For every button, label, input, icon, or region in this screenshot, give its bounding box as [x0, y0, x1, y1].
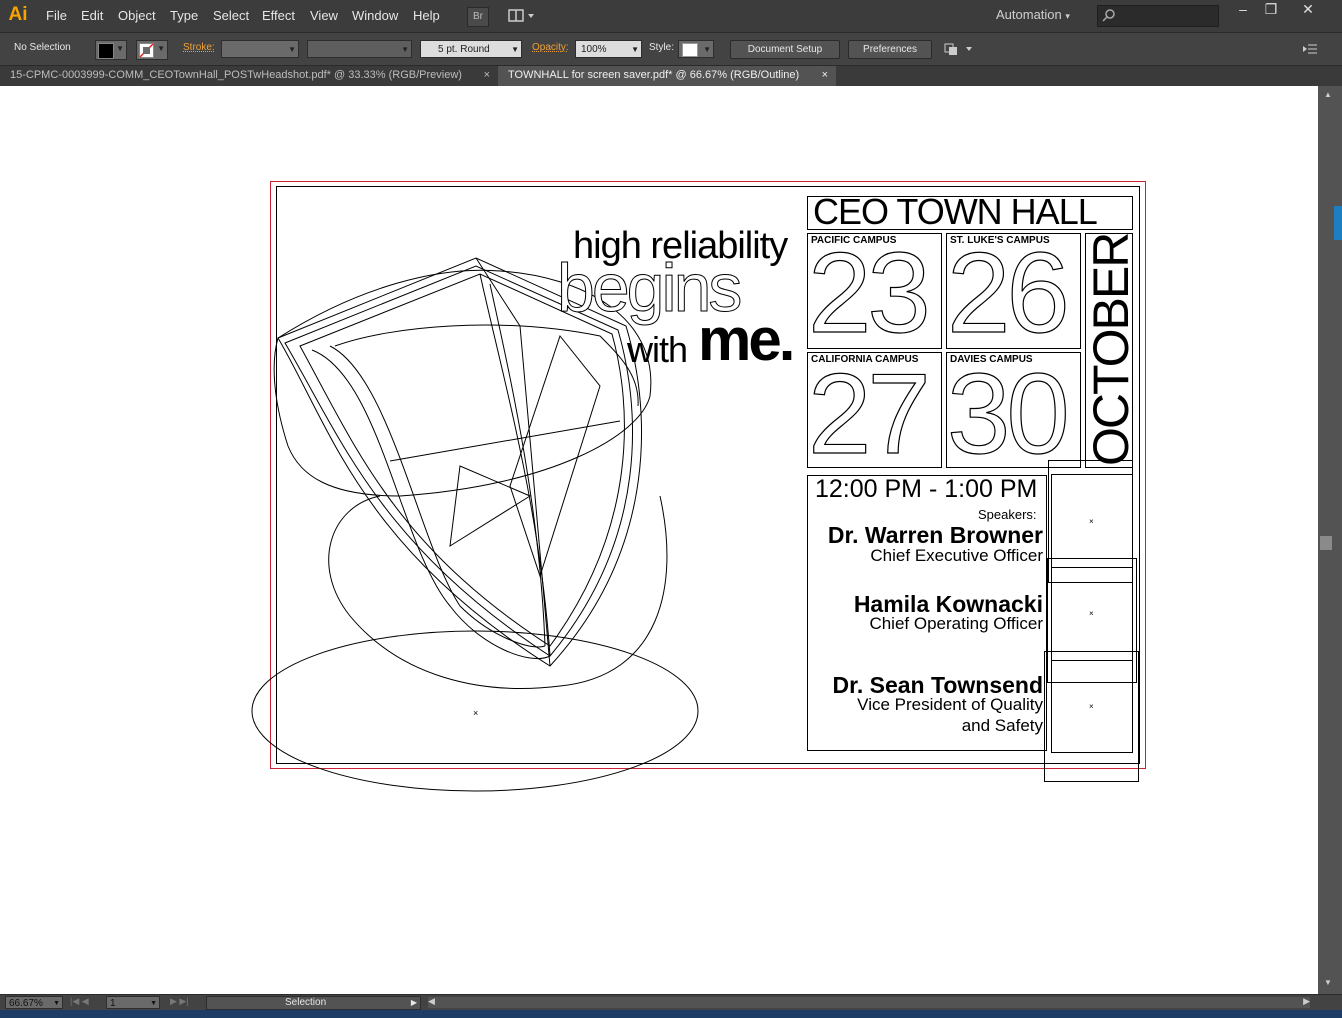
preferences-button[interactable]: Preferences — [848, 40, 932, 59]
minimize-button[interactable]: – — [1228, 0, 1258, 18]
scroll-thumb[interactable] — [1320, 536, 1332, 550]
scroll-down-icon[interactable]: ▼ — [1324, 978, 1332, 987]
fill-swatch[interactable]: ▼ — [95, 40, 127, 60]
headline-with: with — [627, 329, 688, 370]
tab-label: TOWNHALL for screen saver.pdf* @ 66.67% … — [508, 69, 800, 81]
svg-text:×: × — [1089, 702, 1094, 711]
stroke-label[interactable]: Stroke: — [183, 42, 215, 53]
month-label: OCTOBER — [1085, 233, 1133, 466]
page-value: 1 — [110, 998, 116, 1009]
selection-status: No Selection — [14, 42, 71, 53]
menu-file[interactable]: File — [46, 0, 67, 32]
speaker-3-role: Vice President of Quality — [857, 695, 1043, 714]
graphic-style-swatch[interactable]: ▼ — [678, 40, 714, 58]
close-window-button[interactable]: ✕ — [1292, 0, 1324, 18]
illustrator-logo: Ai — [8, 4, 28, 25]
headline-me: me. — [698, 306, 795, 373]
vertical-scrollbar[interactable]: ▲ ▼ — [1318, 86, 1342, 994]
campus-box-davies: DAVIES CAMPUS 30 — [946, 352, 1081, 468]
status-tool-menu[interactable]: Selection ▶ — [206, 996, 421, 1010]
workspace-switcher[interactable]: Automation ▾ — [996, 0, 1070, 32]
month-box: OCTOBER — [1085, 233, 1133, 468]
document-tab-bar: 15-CPMC-0003999-COMM_CEOTownHall_POSTwHe… — [0, 66, 1342, 86]
status-bar: 66.67% ▼ |◀ ◀ 1 ▼ ▶ ▶| Selection ▶ ◀ ▶ — [0, 994, 1342, 1011]
menu-edit[interactable]: Edit — [81, 0, 103, 32]
canvas[interactable]: × high reliability begins with me. CEO T… — [0, 86, 1318, 994]
menu-bar: Ai File Edit Object Type Select Effect V… — [0, 0, 1342, 33]
campus-date: 27 — [808, 352, 931, 468]
campus-box-california: CALIFORNIA CAMPUS 27 — [807, 352, 942, 468]
page-field[interactable]: 1 ▼ — [106, 996, 160, 1009]
scroll-up-icon[interactable]: ▲ — [1324, 90, 1332, 99]
event-title: CEO TOWN HALL — [813, 191, 1098, 232]
brush-label: 5 pt. Round — [438, 44, 490, 55]
menu-object[interactable]: Object — [118, 0, 156, 32]
menu-type[interactable]: Type — [170, 0, 198, 32]
panel-dock-indicator — [1334, 206, 1342, 240]
opacity-label[interactable]: Opacity: — [532, 42, 569, 53]
campus-date: 23 — [808, 233, 931, 349]
search-input[interactable] — [1097, 5, 1219, 27]
svg-text:×: × — [1089, 609, 1094, 618]
speaker-1-name: Dr. Warren Browner — [827, 522, 1043, 548]
menu-help[interactable]: Help — [413, 0, 440, 32]
panel-menu-icon[interactable] — [1302, 42, 1318, 56]
maximize-button[interactable]: ❐ — [1256, 0, 1286, 18]
menu-window[interactable]: Window — [352, 0, 398, 32]
document-setup-button[interactable]: Document Setup — [730, 40, 840, 59]
speaker-2-role: Chief Operating Officer — [869, 614, 1043, 633]
close-tab-icon[interactable]: × — [484, 66, 490, 85]
control-bar: No Selection ▼ ▼ Stroke: ▼ ▼ 5 pt. Round… — [0, 33, 1342, 66]
workspace-label: Automation — [996, 7, 1062, 22]
svg-text:×: × — [1089, 517, 1094, 526]
menu-effect[interactable]: Effect — [262, 0, 295, 32]
stroke-weight-field[interactable]: ▼ — [221, 40, 299, 58]
menu-view[interactable]: View — [310, 0, 338, 32]
campus-date: 30 — [947, 352, 1070, 468]
brush-definition[interactable]: 5 pt. Round ▼ — [420, 40, 522, 58]
tab-label: 15-CPMC-0003999-COMM_CEOTownHall_POSTwHe… — [10, 69, 462, 81]
stroke-swatch[interactable]: ▼ — [136, 40, 168, 60]
tab-document-2[interactable]: TOWNHALL for screen saver.pdf* @ 66.67% … — [498, 66, 836, 86]
first-page-icon[interactable]: |◀ ◀ — [70, 996, 89, 1007]
campus-box-pacific: PACIFIC CAMPUS 23 — [807, 233, 942, 349]
variable-width-profile[interactable]: ▼ — [307, 40, 412, 58]
horizontal-scrollbar[interactable]: ◀ ▶ — [428, 996, 1310, 1008]
arrange-documents-icon[interactable] — [508, 8, 536, 24]
campus-date: 26 — [947, 233, 1070, 349]
bridge-button[interactable]: Br — [467, 7, 489, 27]
search-icon — [1102, 8, 1116, 27]
zoom-field[interactable]: 66.67% ▼ — [5, 996, 63, 1009]
tab-document-1[interactable]: 15-CPMC-0003999-COMM_CEOTownHall_POSTwHe… — [0, 66, 498, 86]
speakers-label: Speakers: — [978, 507, 1037, 522]
opacity-field[interactable]: 100% ▼ — [575, 40, 642, 58]
speaker-3-role-line-2: and Safety — [961, 716, 1043, 735]
status-tool-label: Selection — [285, 997, 327, 1008]
center-point-icon: × — [473, 708, 478, 718]
campus-box-st-lukes: ST. LUKE'S CAMPUS 26 — [946, 233, 1081, 349]
close-tab-icon[interactable]: × — [822, 66, 828, 85]
zoom-value: 66.67% — [9, 998, 43, 1009]
opacity-value: 100% — [581, 44, 607, 55]
speaker-1-role: Chief Executive Officer — [870, 546, 1043, 565]
event-time: 12:00 PM - 1:00 PM — [815, 475, 1038, 503]
os-taskbar — [0, 1010, 1342, 1018]
last-page-icon[interactable]: ▶ ▶| — [170, 996, 189, 1007]
menu-select[interactable]: Select — [213, 0, 249, 32]
arrange-icon[interactable] — [944, 42, 976, 56]
headshot-placeholders: × × × — [1044, 460, 1139, 782]
style-label: Style: — [649, 42, 675, 53]
